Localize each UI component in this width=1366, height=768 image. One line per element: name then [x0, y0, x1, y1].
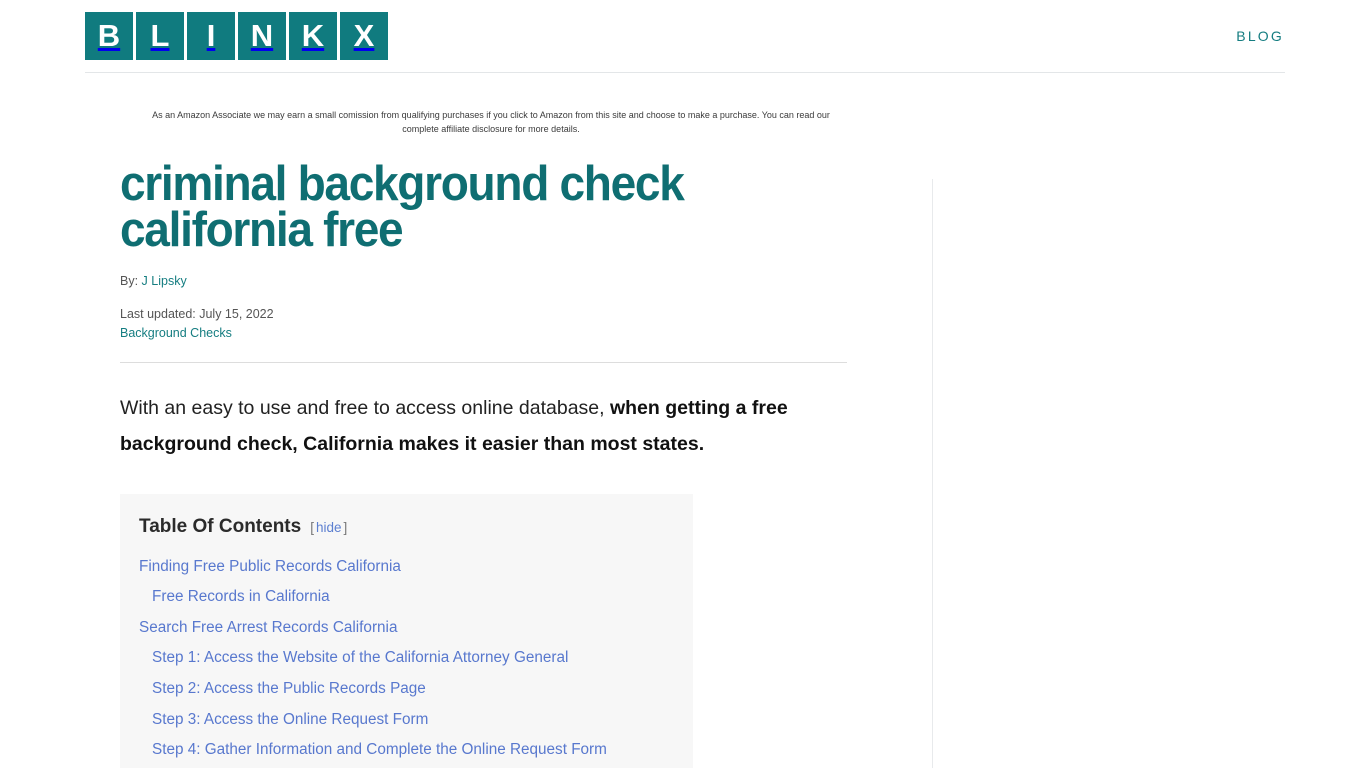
logo-tile-x: X: [340, 11, 388, 60]
toc-link[interactable]: Step 2: Access the Public Records Page: [139, 674, 673, 705]
affiliate-disclosure: As an Amazon Associate we may earn a sma…: [152, 110, 830, 134]
logo-tile-l: L: [136, 11, 184, 60]
toc-item: Step 4: Gather Information and Complete …: [139, 735, 673, 766]
author-link[interactable]: J Lipsky: [142, 274, 187, 288]
toc-bracket-close: ]: [343, 519, 348, 535]
logo-tile-i: I: [187, 11, 235, 60]
toc-hide-link[interactable]: hide: [314, 520, 344, 535]
site-header: B L I N K X BLOG: [0, 0, 1366, 74]
toc-link[interactable]: Free Records in California: [139, 582, 673, 613]
toc-link[interactable]: Step 3: Access the Online Request Form: [139, 705, 673, 736]
byline-prefix: By:: [120, 273, 139, 288]
sidebar-divider: [932, 179, 933, 768]
header-inner: B L I N K X BLOG: [85, 0, 1285, 73]
meta-divider: [120, 362, 847, 364]
byline: By: J Lipsky: [120, 272, 880, 291]
table-of-contents: Table Of Contents [hide] Finding Free Pu…: [120, 493, 693, 768]
toc-list: Finding Free Public Records California Fr…: [139, 552, 673, 766]
toc-link[interactable]: Finding Free Public Records California: [139, 552, 673, 583]
article-column: As an Amazon Associate we may earn a sma…: [120, 74, 880, 768]
toc-item: Step 2: Access the Public Records Page: [139, 674, 673, 705]
toc-link[interactable]: Search Free Arrest Records California: [139, 613, 673, 644]
logo-tile-k: K: [289, 11, 337, 60]
last-updated: Last updated: July 15, 2022: [120, 306, 274, 321]
toc-link[interactable]: Step 1: Access the Website of the Califo…: [139, 643, 673, 674]
logo-tile-n: N: [238, 11, 286, 60]
article-meta: By: J Lipsky Last updated: July 15, 2022…: [120, 272, 880, 341]
toc-item: Finding Free Public Records California: [139, 552, 673, 583]
toc-item: Step 3: Access the Online Request Form: [139, 705, 673, 736]
site-logo[interactable]: B L I N K X: [85, 11, 388, 60]
intro-paragraph: With an easy to use and free to access o…: [120, 391, 850, 461]
toc-item: Step 1: Access the Website of the Califo…: [139, 643, 673, 674]
toc-item: Search Free Arrest Records California: [139, 613, 673, 644]
nav-item-blog[interactable]: BLOG: [1236, 28, 1285, 44]
category-link[interactable]: Background Checks: [120, 326, 880, 340]
toc-header: Table Of Contents [hide]: [139, 516, 673, 538]
toc-toggle: [hide]: [310, 520, 347, 535]
intro-regular-text: With an easy to use and free to access o…: [120, 397, 610, 420]
page-title: criminal background check california fre…: [120, 156, 685, 257]
toc-title: Table Of Contents: [139, 515, 302, 537]
toc-link[interactable]: Step 4: Gather Information and Complete …: [139, 735, 673, 766]
logo-tile-b: B: [85, 11, 133, 60]
toc-item: Free Records in California: [139, 582, 673, 613]
